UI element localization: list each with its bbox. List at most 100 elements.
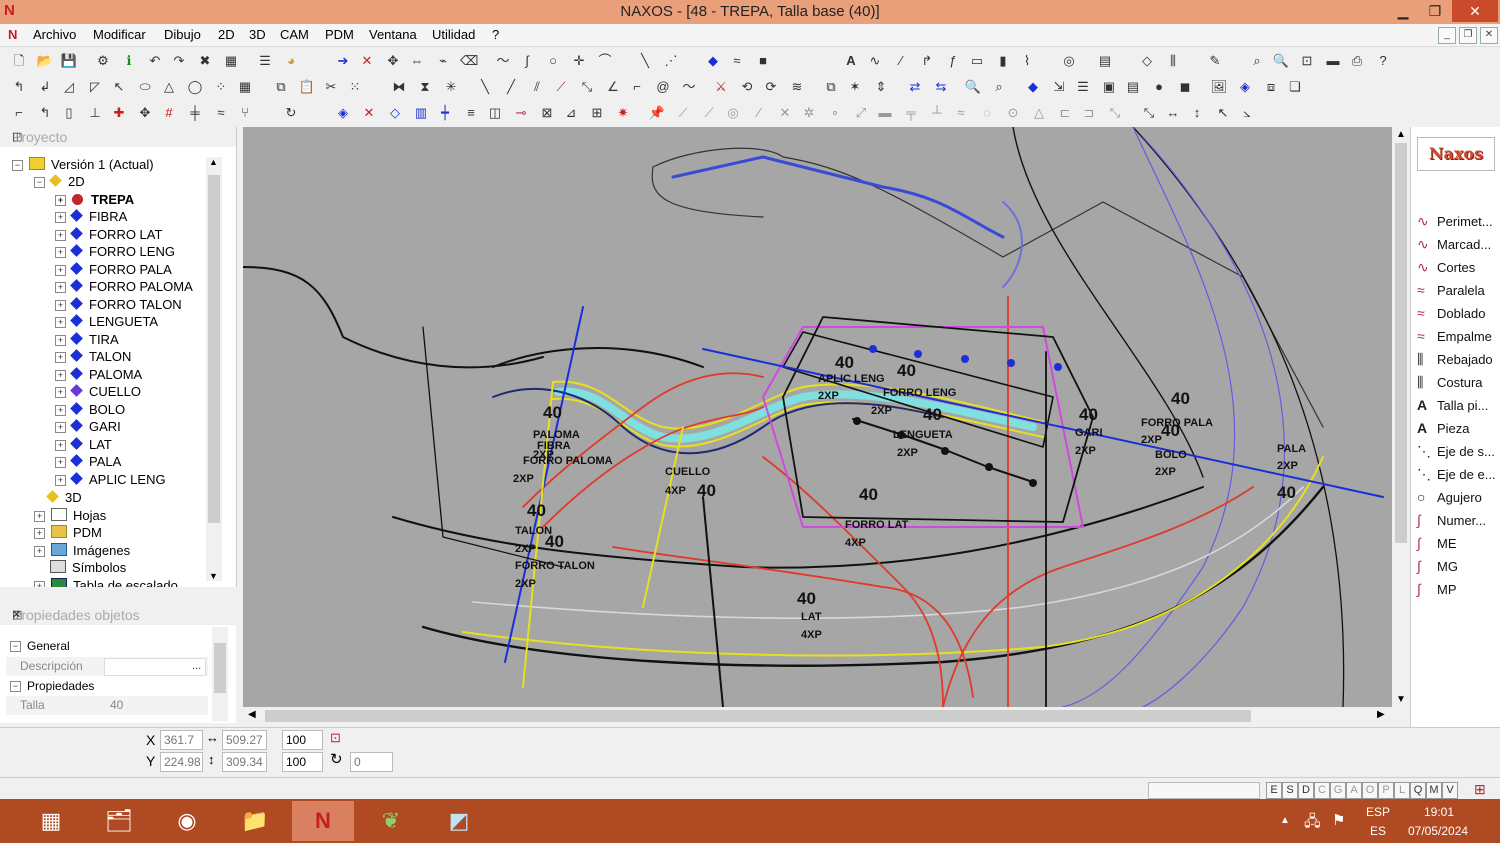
line-icon[interactable]: ╲ bbox=[636, 52, 654, 70]
properties-scroll-thumb[interactable] bbox=[214, 643, 226, 693]
expand-icon[interactable]: + bbox=[55, 195, 66, 206]
circle-icon[interactable]: ○ bbox=[544, 52, 562, 70]
duplicate-icon[interactable]: ⧉ bbox=[822, 78, 840, 96]
updown-icon[interactable]: ⇕ bbox=[872, 78, 890, 96]
snap-e-toggle[interactable]: E bbox=[1266, 782, 1282, 799]
piece-size-label[interactable]: 40 bbox=[527, 501, 546, 521]
point-icon[interactable]: ◆ bbox=[1024, 78, 1042, 96]
close-button[interactable]: ✕ bbox=[1452, 0, 1498, 22]
node-icon[interactable]: ⋰ bbox=[662, 52, 680, 70]
snap-l-toggle[interactable]: L bbox=[1394, 782, 1410, 799]
properties-icon[interactable]: ▦ bbox=[222, 52, 240, 70]
tree-item-fibra[interactable]: + FIBRA bbox=[55, 208, 127, 225]
search-icon[interactable]: 🔍 bbox=[964, 78, 982, 96]
expand-icon[interactable]: + bbox=[55, 387, 66, 398]
corner3-icon[interactable]: ↰ bbox=[36, 104, 54, 122]
network-icon[interactable]: 🖧 bbox=[1304, 811, 1321, 836]
piece-name-label[interactable]: GARI bbox=[1075, 427, 1103, 439]
piece-name-label[interactable]: FORRO LAT bbox=[845, 519, 908, 531]
tool-rebajado[interactable]: ⫼ Rebajado bbox=[1417, 349, 1493, 369]
menu-cam[interactable]: CAM bbox=[280, 27, 309, 42]
grid-toggle-icon[interactable]: ⊞ bbox=[1474, 781, 1486, 798]
minimize-button[interactable]: ▁ bbox=[1386, 0, 1420, 22]
expand-icon[interactable]: + bbox=[55, 282, 66, 293]
diag-line2-icon[interactable]: ╱ bbox=[502, 78, 520, 96]
gray7-icon[interactable]: ∘ bbox=[826, 104, 844, 122]
brush-icon[interactable]: ⟋ bbox=[552, 78, 570, 96]
angle-icon[interactable]: ∠ bbox=[604, 78, 622, 96]
snap-m-toggle[interactable]: M bbox=[1426, 782, 1442, 799]
maximize-button[interactable]: ❐ bbox=[1418, 0, 1452, 22]
cube-icon[interactable]: ◈ bbox=[1236, 78, 1254, 96]
tree-item-gari[interactable]: + GARI bbox=[55, 418, 121, 435]
snap-c-toggle[interactable]: C bbox=[1314, 782, 1330, 799]
explode-icon[interactable]: ✳ bbox=[442, 78, 460, 96]
snap-o-toggle[interactable]: O bbox=[1362, 782, 1378, 799]
gray18-icon[interactable]: ⤡ bbox=[1106, 104, 1124, 122]
project-scroll-thumb[interactable] bbox=[208, 175, 220, 523]
snap-p-toggle[interactable]: P bbox=[1378, 782, 1394, 799]
gray17-icon[interactable]: ⊐ bbox=[1080, 104, 1098, 122]
tool-doblado[interactable]: ≈ Doblado bbox=[1417, 303, 1485, 323]
panel-icon[interactable]: ▤ bbox=[1124, 78, 1142, 96]
shape-icon[interactable]: ▮ bbox=[994, 52, 1012, 70]
fill-icon[interactable]: ■ bbox=[754, 52, 772, 70]
layer-icon[interactable]: ⧈ bbox=[1262, 78, 1280, 96]
piece-size-label[interactable]: 40 bbox=[1171, 389, 1190, 409]
snap-a-toggle[interactable]: A bbox=[1346, 782, 1362, 799]
tree-2d[interactable]: −2D bbox=[34, 173, 85, 190]
stack2-icon[interactable]: ▥ bbox=[412, 104, 430, 122]
tree-item-forro-lat[interactable]: + FORRO LAT bbox=[55, 226, 162, 243]
tree-item-bolo[interactable]: + BOLO bbox=[55, 401, 125, 418]
freehand-icon[interactable]: ƒ bbox=[944, 52, 962, 70]
project-scrollbar[interactable]: ▲ ▼ bbox=[206, 157, 222, 581]
piece-size-label[interactable]: 40 bbox=[697, 481, 716, 501]
stretch-icon[interactable]: ⇔ bbox=[408, 52, 426, 70]
expand-icon[interactable]: + bbox=[55, 405, 66, 416]
redo-icon[interactable]: ↷ bbox=[170, 52, 188, 70]
mdi-close-icon[interactable]: ✕ bbox=[1480, 27, 1498, 44]
scribble-icon[interactable]: ≈ bbox=[212, 104, 230, 122]
drawing-canvas[interactable]: 40 40 APLIC LENG 2XP FORRO LENG 40 2XP L… bbox=[243, 127, 1392, 707]
piece-size-label[interactable]: 40 bbox=[545, 532, 564, 552]
tray-date[interactable]: 07/05/2024 bbox=[1408, 824, 1468, 838]
stack-icon[interactable]: ❏ bbox=[1286, 78, 1304, 96]
expand-icon[interactable]: + bbox=[34, 546, 45, 557]
tree-pdm[interactable]: + PDM bbox=[34, 524, 102, 541]
menu-ventana[interactable]: Ventana bbox=[369, 27, 417, 42]
piece-size-label[interactable]: 40 bbox=[543, 403, 562, 423]
expand-icon[interactable]: + bbox=[55, 247, 66, 258]
expand-icon[interactable]: + bbox=[55, 475, 66, 486]
fork-icon[interactable]: ⑂ bbox=[236, 104, 254, 122]
settings-gear-icon[interactable]: ⚙ bbox=[94, 52, 112, 70]
tool-empalme[interactable]: ≈ Empalme bbox=[1417, 326, 1492, 346]
columns-icon[interactable]: ◫ bbox=[486, 104, 504, 122]
expand-icon[interactable]: + bbox=[34, 581, 45, 587]
y-coordinate-field[interactable]: 224.98 bbox=[160, 752, 203, 772]
pair-x-icon[interactable]: ✕ bbox=[360, 104, 378, 122]
piece-size-label[interactable]: 40 bbox=[1161, 421, 1180, 441]
tree-item-cuello[interactable]: + CUELLO bbox=[55, 383, 141, 400]
new-file-icon[interactable]: 🗋 bbox=[10, 52, 28, 70]
expand-icon[interactable]: + bbox=[55, 422, 66, 433]
close-pane-icon[interactable]: ✕ bbox=[12, 608, 228, 621]
piece-qty-label[interactable]: 2XP bbox=[1155, 466, 1176, 478]
stamp-icon[interactable]: ◼ bbox=[1176, 78, 1194, 96]
mdi-restore-icon[interactable]: ❐ bbox=[1459, 27, 1477, 44]
diagonal-arrow-icon[interactable]: ↖ bbox=[1214, 104, 1232, 122]
paste-icon[interactable]: 📋 bbox=[298, 78, 316, 96]
offset-icon[interactable]: ◸ bbox=[86, 78, 104, 96]
expand-icon[interactable]: + bbox=[55, 352, 66, 363]
color-icon[interactable]: ◕ bbox=[282, 52, 300, 70]
piece-qty-label[interactable]: 2XP bbox=[1277, 460, 1298, 472]
tray-language[interactable]: ESP bbox=[1366, 805, 1390, 819]
tree-item-forro-pala[interactable]: + FORRO PALA bbox=[55, 261, 172, 278]
file-manager-icon[interactable]: 🗂 bbox=[88, 801, 150, 841]
tool-mg[interactable]: ∫ MG bbox=[1417, 556, 1458, 576]
snap-q-toggle[interactable]: Q bbox=[1410, 782, 1426, 799]
ellipse-icon[interactable]: ⬭ bbox=[136, 78, 154, 96]
piece-qty-label[interactable]: 2XP bbox=[515, 543, 536, 555]
canvas-vscroll-thumb[interactable] bbox=[1395, 143, 1407, 543]
dots-icon[interactable]: ⁘ bbox=[212, 78, 230, 96]
width-icon[interactable]: ↔ bbox=[1164, 104, 1182, 122]
